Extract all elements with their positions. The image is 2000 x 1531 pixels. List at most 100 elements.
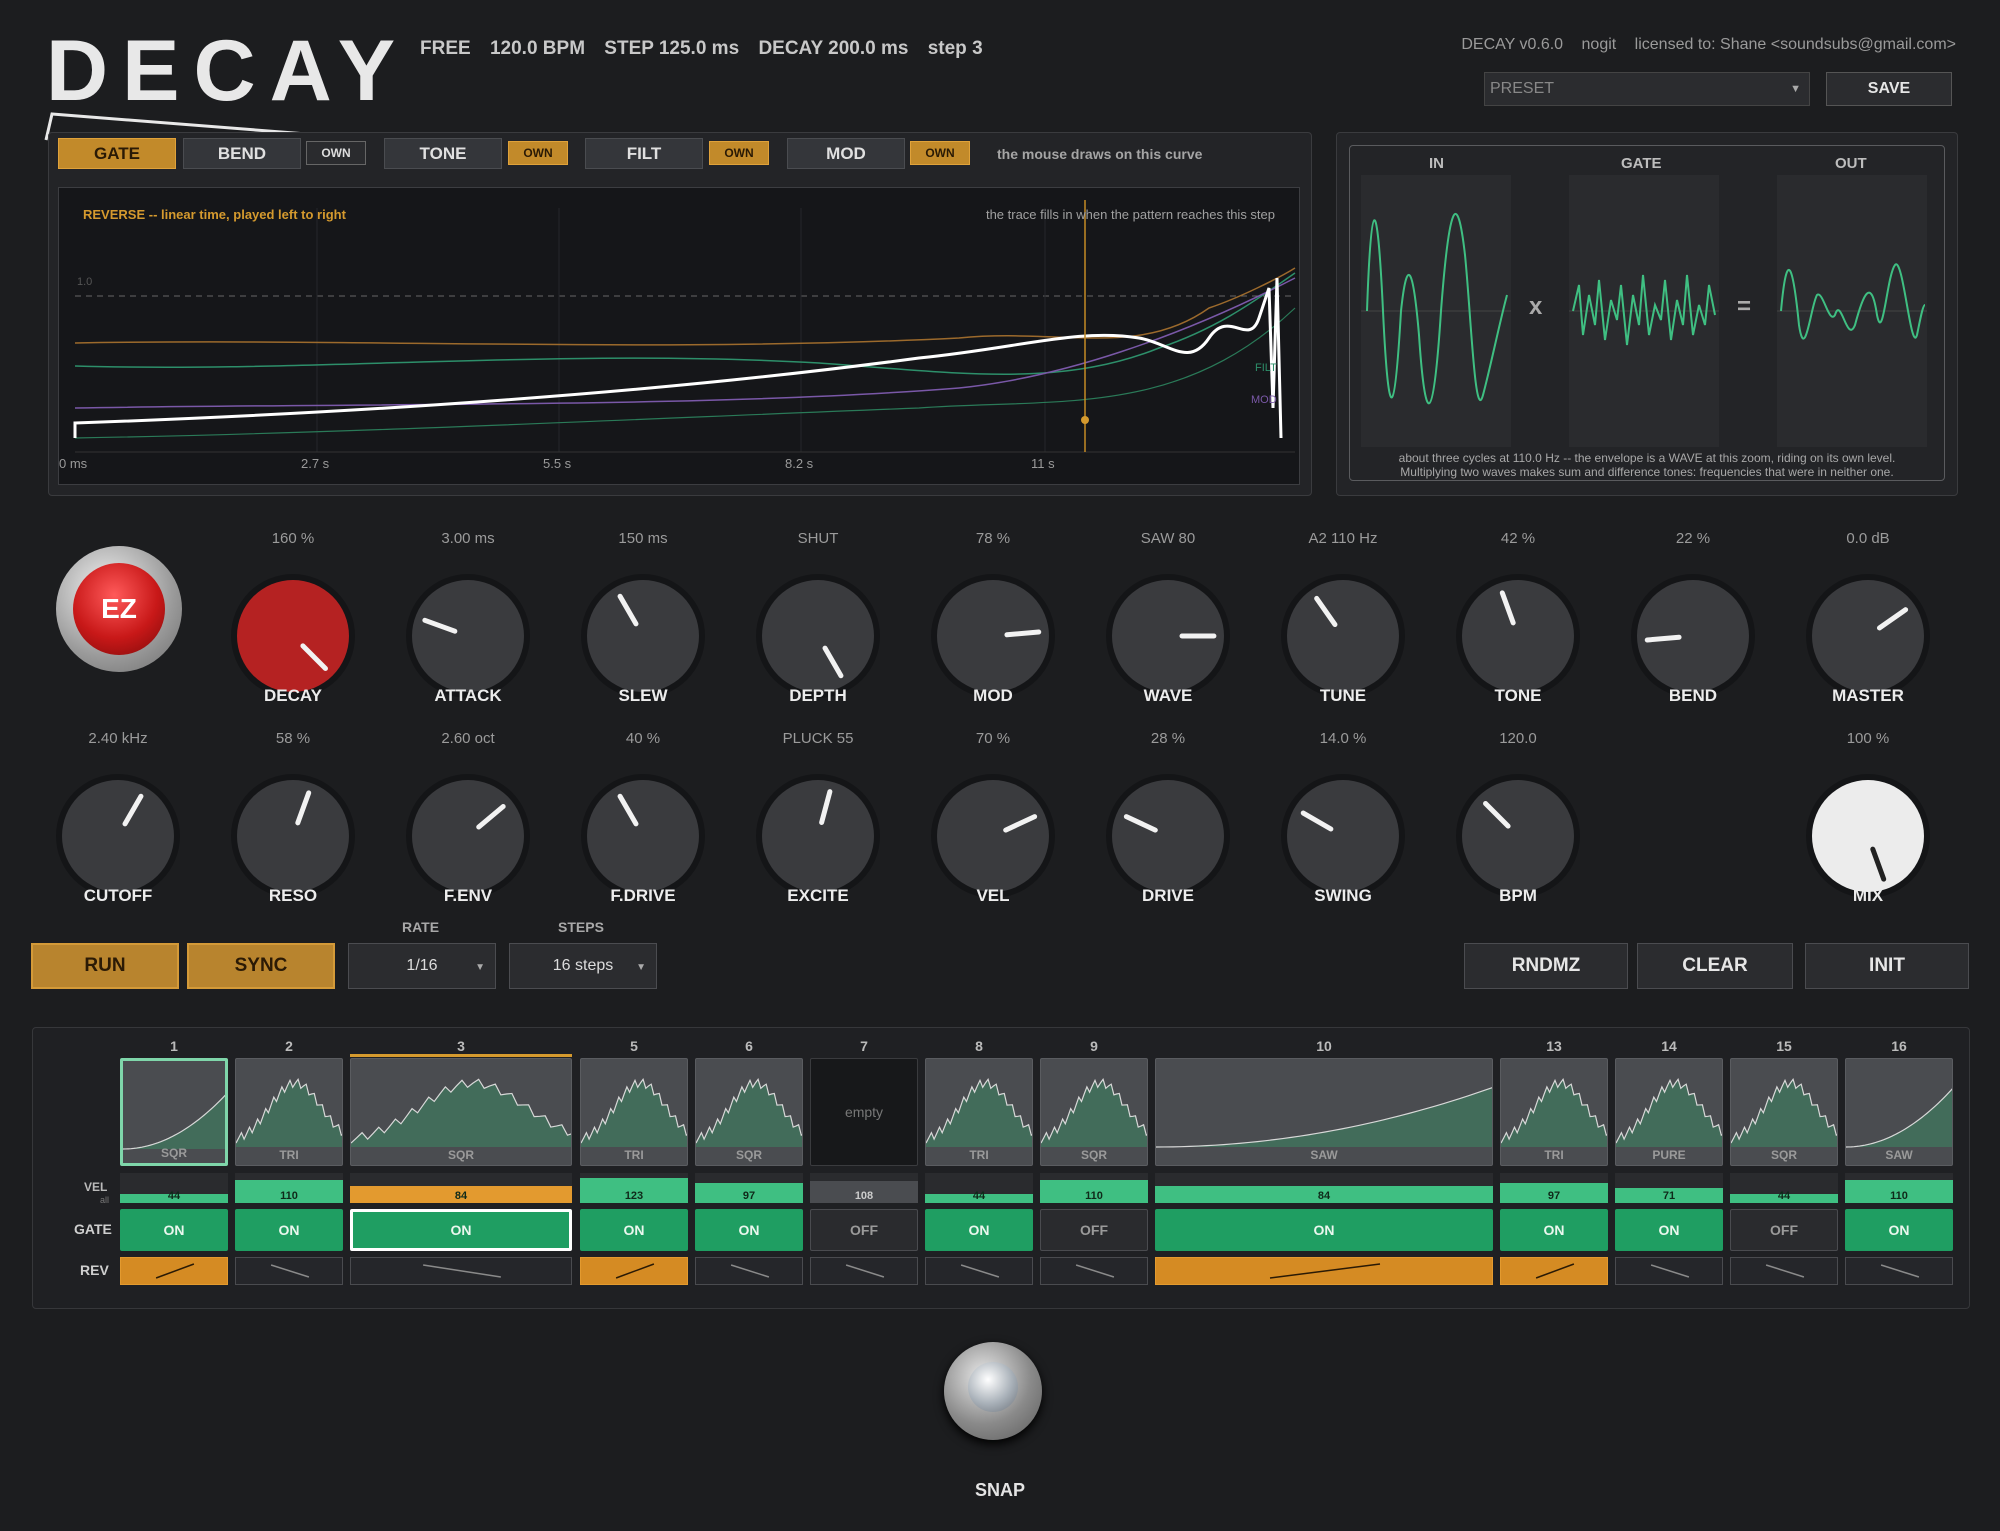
- tab-gate[interactable]: GATE: [58, 138, 176, 169]
- own-toggle-mod[interactable]: OWN: [910, 141, 970, 165]
- step-velocity[interactable]: 110: [1040, 1173, 1148, 1203]
- own-toggle-tone[interactable]: OWN: [508, 141, 568, 165]
- own-toggle-bend[interactable]: OWN: [306, 141, 366, 165]
- step-waveform-cell[interactable]: TRI: [580, 1058, 688, 1166]
- step-waveform-cell[interactable]: TRI: [925, 1058, 1033, 1166]
- step-waveform: [1846, 1088, 1952, 1148]
- step-gate-toggle[interactable]: ON: [1845, 1209, 1953, 1251]
- step-waveform-cell[interactable]: TRI: [1500, 1058, 1608, 1166]
- step-gate-toggle[interactable]: OFF: [1730, 1209, 1838, 1251]
- step-gate-toggle[interactable]: ON: [1615, 1209, 1723, 1251]
- step-reverse-toggle[interactable]: [1155, 1257, 1493, 1285]
- step-reverse-toggle[interactable]: [235, 1257, 343, 1285]
- step-velocity[interactable]: 97: [695, 1173, 803, 1203]
- step-velocity[interactable]: 44: [925, 1173, 1033, 1203]
- step-velocity[interactable]: 108: [810, 1173, 918, 1203]
- preset-placeholder: PRESET: [1490, 80, 1555, 97]
- step-waveform-cell[interactable]: SQR: [1730, 1058, 1838, 1166]
- step-velocity[interactable]: 44: [120, 1173, 228, 1203]
- step-gate-toggle[interactable]: ON: [695, 1209, 803, 1251]
- steps-select[interactable]: 16 steps ▼: [509, 943, 657, 989]
- step-waveform: [696, 1078, 802, 1147]
- tone-label: TONE: [1494, 686, 1542, 705]
- decay-value: 160 %: [271, 530, 315, 547]
- step-gate-toggle[interactable]: ON: [1155, 1209, 1493, 1251]
- step-gate-toggle[interactable]: ON: [350, 1209, 572, 1251]
- clear-button[interactable]: CLEAR: [1637, 943, 1793, 989]
- sync-button[interactable]: SYNC: [187, 943, 335, 989]
- step-gate-toggle[interactable]: OFF: [1040, 1209, 1148, 1251]
- step-reverse-toggle[interactable]: [350, 1257, 572, 1285]
- tab-filt[interactable]: FILT: [585, 138, 703, 169]
- step-velocity[interactable]: 123: [580, 1173, 688, 1203]
- step-gate-toggle[interactable]: ON: [925, 1209, 1033, 1251]
- step-number: 7: [860, 1038, 868, 1054]
- tone-value: 42 %: [1500, 530, 1536, 547]
- tab-tone[interactable]: TONE: [384, 138, 502, 169]
- ez-button[interactable]: EZ: [56, 546, 182, 672]
- velocity-value: 97: [742, 1190, 756, 1202]
- step-waveform-cell[interactable]: TRI: [235, 1058, 343, 1166]
- step-wave-type: SQR: [1770, 1148, 1797, 1162]
- run-button[interactable]: RUN: [31, 943, 179, 989]
- step-waveform-cell[interactable]: SQR: [1040, 1058, 1148, 1166]
- step-wave-type: TRI: [1544, 1148, 1564, 1162]
- step-waveform-cell[interactable]: empty: [810, 1058, 918, 1166]
- own-toggle-filt[interactable]: OWN: [709, 141, 769, 165]
- step-reverse-toggle[interactable]: [1730, 1257, 1838, 1285]
- curve-graph[interactable]: [59, 188, 1299, 484]
- tab-mod[interactable]: MOD: [787, 138, 905, 169]
- step-reverse-toggle[interactable]: [1500, 1257, 1608, 1285]
- step-reverse-toggle[interactable]: [120, 1257, 228, 1285]
- step-gate-toggle[interactable]: ON: [1500, 1209, 1608, 1251]
- step-velocity[interactable]: 84: [350, 1173, 572, 1203]
- excite-label: EXCITE: [787, 886, 849, 905]
- step-wave-type: TRI: [624, 1148, 644, 1162]
- step-waveform: [1156, 1087, 1492, 1148]
- step-velocity[interactable]: 110: [1845, 1173, 1953, 1203]
- ramp-down-icon: [730, 1264, 770, 1278]
- tabs-hint: the mouse draws on this curve: [997, 146, 1203, 162]
- step-gate-toggle[interactable]: ON: [580, 1209, 688, 1251]
- step-wave-type: SQR: [735, 1148, 762, 1162]
- init-button[interactable]: INIT: [1805, 943, 1969, 989]
- step-waveform-cell[interactable]: PURE: [1615, 1058, 1723, 1166]
- preset-dropdown[interactable]: PRESET ▼: [1484, 72, 1810, 106]
- ramp-down-icon: [423, 1264, 501, 1278]
- step-reverse-toggle[interactable]: [1845, 1257, 1953, 1285]
- step-reverse-toggle[interactable]: [1615, 1257, 1723, 1285]
- step-waveform-cell[interactable]: SAW: [1845, 1058, 1953, 1166]
- step-velocity[interactable]: 84: [1155, 1173, 1493, 1203]
- step-gate-toggle[interactable]: ON: [120, 1209, 228, 1251]
- x-tick-0: 0 ms: [59, 456, 88, 471]
- step-waveform-cell[interactable]: SAW: [1155, 1058, 1493, 1166]
- step-waveform-cell[interactable]: SQR: [695, 1058, 803, 1166]
- vel-value: 70 %: [975, 730, 1011, 747]
- snap-button[interactable]: [944, 1342, 1042, 1440]
- step-velocity[interactable]: 44: [1730, 1173, 1838, 1203]
- envelope-curve-editor[interactable]: REVERSE -- linear time, played left to r…: [58, 187, 1300, 485]
- step-velocity[interactable]: 110: [235, 1173, 343, 1203]
- times-sign: x: [1529, 293, 1543, 320]
- step-reverse-toggle[interactable]: [580, 1257, 688, 1285]
- tab-bend[interactable]: BEND: [183, 138, 301, 169]
- velocity-value: 84: [1317, 1190, 1331, 1202]
- step-reverse-toggle[interactable]: [695, 1257, 803, 1285]
- step-gate-toggle[interactable]: ON: [235, 1209, 343, 1251]
- step-waveform: [236, 1078, 342, 1147]
- step-velocity[interactable]: 71: [1615, 1173, 1723, 1203]
- step-waveform-cell[interactable]: SQR: [350, 1058, 572, 1166]
- step-waveform-cell[interactable]: SQR: [120, 1058, 228, 1166]
- ramp-up-icon: [155, 1263, 195, 1279]
- step-reverse-toggle[interactable]: [925, 1257, 1033, 1285]
- tune-value: A2 110 Hz: [1308, 530, 1378, 547]
- step-velocity[interactable]: 97: [1500, 1173, 1608, 1203]
- step-gate-toggle[interactable]: OFF: [810, 1209, 918, 1251]
- randomize-button[interactable]: RNDMZ: [1464, 943, 1628, 989]
- step-reverse-toggle[interactable]: [810, 1257, 918, 1285]
- step-reverse-toggle[interactable]: [1040, 1257, 1148, 1285]
- ramp-up-icon: [1269, 1263, 1381, 1279]
- rate-select[interactable]: 1/16 ▼: [348, 943, 496, 989]
- save-button[interactable]: SAVE: [1826, 72, 1952, 106]
- version: DECAY v0.6.0: [1461, 36, 1564, 53]
